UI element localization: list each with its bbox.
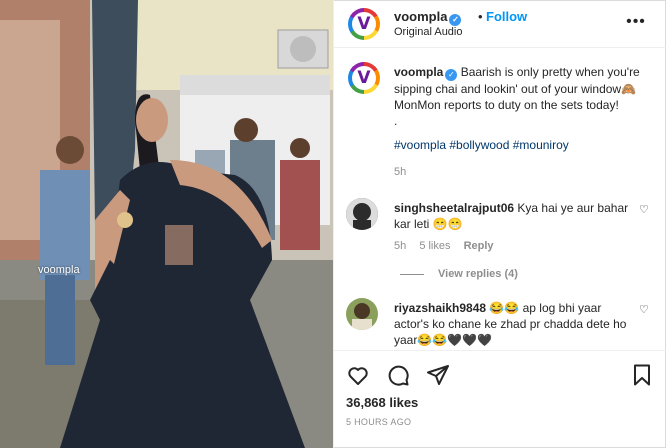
caption-hashtags[interactable]: #voompla #bollywood #mouniroy — [394, 138, 569, 152]
comment-icon[interactable] — [386, 363, 410, 387]
avatar-letter: V — [357, 14, 371, 34]
comment-username-link[interactable]: singhsheetalrajput06 — [394, 201, 514, 215]
caption-avatar[interactable]: V — [348, 62, 380, 94]
post-actions-bar: 36,868 likes 5 HOURS AGO — [334, 350, 666, 448]
header-separator: • — [478, 9, 483, 24]
comment-avatar[interactable] — [346, 198, 378, 230]
bookmark-icon[interactable] — [630, 363, 654, 387]
comment-reply-button[interactable]: Reply — [464, 240, 494, 252]
comment-text-block: singhsheetalrajput06 Kya hai ye aur baha… — [394, 200, 634, 232]
post-details-panel: V voompla ✓ • Follow Original Audio ••• V… — [333, 0, 666, 448]
author-avatar[interactable]: V — [348, 8, 380, 40]
post-header: V voompla ✓ • Follow Original Audio ••• — [334, 0, 666, 48]
comment-like-heart-icon[interactable]: ♡ — [639, 303, 649, 316]
video-watermark: voompla — [38, 264, 80, 276]
audio-label-link[interactable]: Original Audio — [394, 26, 463, 38]
video-frame-image — [0, 0, 333, 448]
comment-avatar-image — [346, 298, 378, 330]
view-replies-label: View replies (4) — [438, 268, 518, 280]
caption-verified-icon: ✓ — [445, 69, 458, 81]
caption-username-link[interactable]: voompla — [394, 65, 443, 79]
comment-meta: 5h 5 likes Reply — [394, 240, 504, 252]
comment-likes[interactable]: 5 likes — [419, 240, 450, 252]
comment-avatar-image — [346, 198, 378, 230]
comments-section[interactable]: V voompla ✓ Baarish is only pretty when y… — [334, 48, 666, 348]
author-username-row: voompla ✓ — [394, 9, 462, 26]
likes-count[interactable]: 36,868 likes — [346, 395, 418, 410]
caption-dot: . — [394, 114, 398, 128]
comment-avatar[interactable] — [346, 298, 378, 330]
more-options-icon[interactable]: ••• — [626, 14, 646, 30]
follow-button[interactable]: Follow — [486, 9, 527, 24]
caption-age-text: 5h — [394, 166, 407, 178]
comment-like-heart-icon[interactable]: ♡ — [639, 203, 649, 216]
post-timestamp: 5 HOURS AGO — [346, 417, 412, 427]
comment-text-block: riyazshaikh9848 😂😂 ap log bhi yaar actor… — [394, 300, 634, 348]
caption-text-block: voompla ✓ Baarish is only pretty when you… — [394, 64, 652, 129]
share-icon[interactable] — [426, 363, 450, 387]
post-video[interactable]: voompla — [0, 0, 333, 448]
verified-badge-icon: ✓ — [449, 14, 462, 26]
heart-icon[interactable] — [346, 363, 370, 387]
comment-username-link[interactable]: riyazshaikh9848 — [394, 301, 486, 315]
view-replies-button[interactable]: View replies (4) — [400, 268, 518, 280]
caption-avatar-letter: V — [357, 68, 371, 88]
caption-age: 5h — [394, 166, 416, 178]
author-username-link[interactable]: voompla — [394, 9, 447, 24]
replies-line — [400, 273, 424, 275]
comment-age: 5h — [394, 240, 407, 252]
